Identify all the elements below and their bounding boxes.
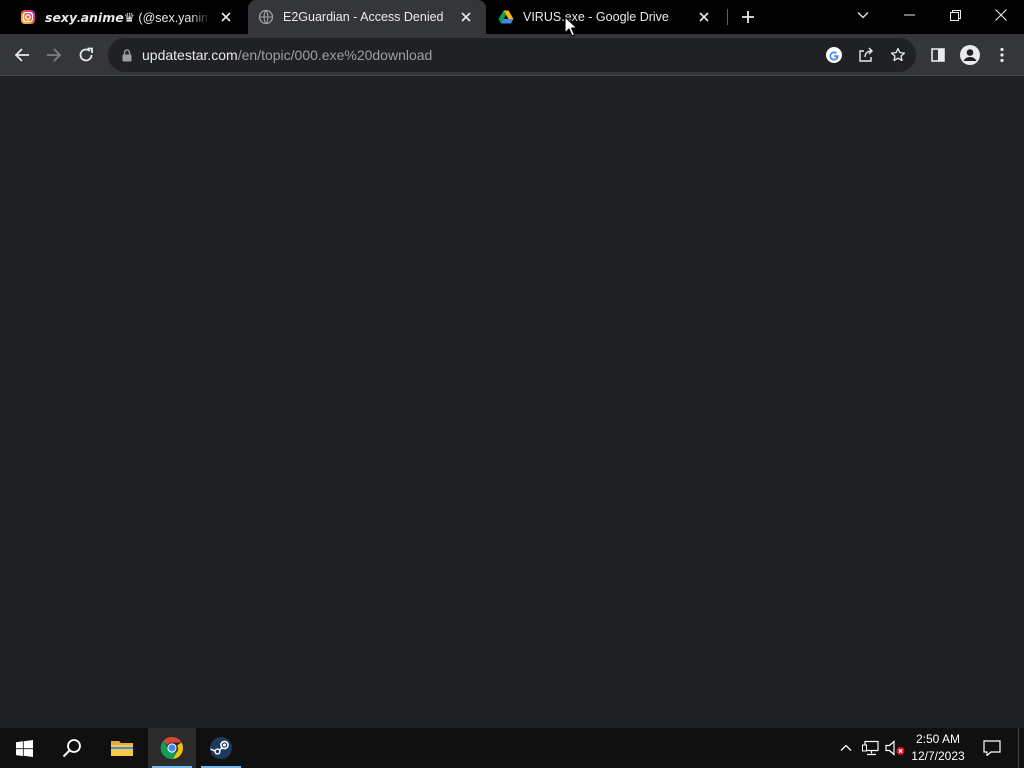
clock-date: 12/7/2023	[911, 749, 965, 763]
reload-button[interactable]	[70, 39, 102, 71]
plus-icon	[742, 11, 754, 23]
tab-strip: 𝙨𝙚𝙭𝙮.𝙖𝙣𝙞𝙢𝙚♛ (@sex.yanimee) • E2Guardian …	[0, 0, 1024, 34]
network-button[interactable]	[860, 728, 882, 768]
globe-icon	[258, 9, 274, 25]
more-vert-icon	[1000, 47, 1004, 63]
search-icon	[62, 739, 81, 758]
steam-taskbar-button[interactable]	[197, 728, 245, 768]
close-icon	[995, 9, 1007, 21]
tab-google-drive[interactable]: VIRUS.exe - Google Drive	[488, 0, 724, 34]
tab-title: 𝙨𝙚𝙭𝙮.𝙖𝙣𝙞𝙢𝙚♛ (@sex.yanimee) •	[45, 10, 210, 25]
restore-button[interactable]	[932, 0, 978, 30]
clock-time: 2:50 AM	[915, 732, 961, 746]
tab-title: VIRUS.exe - Google Drive	[523, 10, 669, 24]
taskbar: 2:50 AM 12/7/2023	[0, 728, 1024, 768]
forward-button[interactable]	[38, 39, 70, 71]
steam-icon	[210, 737, 232, 759]
tab-separator	[727, 9, 728, 25]
file-explorer-button[interactable]	[98, 728, 146, 768]
network-icon	[862, 740, 879, 756]
back-button[interactable]	[6, 39, 38, 71]
close-tab-icon[interactable]	[694, 7, 714, 27]
tab-e2guardian[interactable]: E2Guardian - Access Denied	[248, 0, 486, 34]
avatar-icon	[960, 45, 980, 65]
close-tab-icon[interactable]	[216, 7, 236, 27]
tab-title: E2Guardian - Access Denied	[283, 10, 444, 24]
url-text[interactable]: updatestar.com/en/topic/000.exe%20downlo…	[142, 47, 432, 63]
mouse-cursor-icon	[564, 16, 578, 37]
profile-button[interactable]	[954, 39, 986, 71]
lock-icon[interactable]	[120, 48, 134, 62]
close-tab-icon[interactable]	[456, 7, 476, 27]
taskbar-search-button[interactable]	[48, 728, 96, 768]
close-window-button[interactable]	[978, 0, 1024, 30]
volume-muted-icon	[885, 740, 905, 756]
notification-icon	[983, 740, 1001, 756]
show-desktop-button[interactable]	[1018, 728, 1019, 768]
side-panel-button[interactable]	[922, 39, 954, 71]
new-tab-button[interactable]	[736, 6, 760, 28]
taskbar-clock[interactable]: 2:50 AM 12/7/2023	[908, 731, 968, 765]
restore-icon	[949, 9, 961, 21]
page-content	[0, 77, 1024, 728]
arrow-right-icon	[47, 48, 62, 62]
volume-button[interactable]	[884, 728, 906, 768]
bookmark-star-icon[interactable]	[886, 43, 910, 67]
reload-icon	[79, 47, 93, 62]
show-hidden-icons-button[interactable]	[836, 728, 856, 768]
instagram-icon	[20, 9, 36, 25]
side-panel-icon	[931, 48, 945, 62]
chevron-down-icon	[857, 12, 869, 19]
chevron-up-icon	[840, 744, 852, 751]
tab-search-button[interactable]	[840, 0, 886, 30]
chrome-menu-button[interactable]	[986, 39, 1018, 71]
chrome-taskbar-button[interactable]	[148, 728, 196, 768]
arrow-left-icon	[14, 48, 29, 62]
windows-logo-icon	[15, 739, 33, 757]
start-button[interactable]	[0, 728, 48, 768]
share-icon[interactable]	[854, 43, 878, 67]
google-drive-icon	[498, 9, 514, 25]
minimize-button[interactable]	[886, 0, 932, 30]
address-bar[interactable]: updatestar.com/en/topic/000.exe%20downlo…	[108, 38, 916, 72]
minimize-icon	[903, 14, 915, 16]
action-center-button[interactable]	[980, 728, 1004, 768]
tab-instagram[interactable]: 𝙨𝙚𝙭𝙮.𝙖𝙣𝙞𝙢𝙚♛ (@sex.yanimee) •	[10, 0, 246, 34]
browser-toolbar: updatestar.com/en/topic/000.exe%20downlo…	[0, 34, 1024, 76]
folder-icon	[111, 741, 133, 756]
chrome-icon	[160, 736, 183, 760]
google-lens-icon[interactable]	[822, 43, 846, 67]
